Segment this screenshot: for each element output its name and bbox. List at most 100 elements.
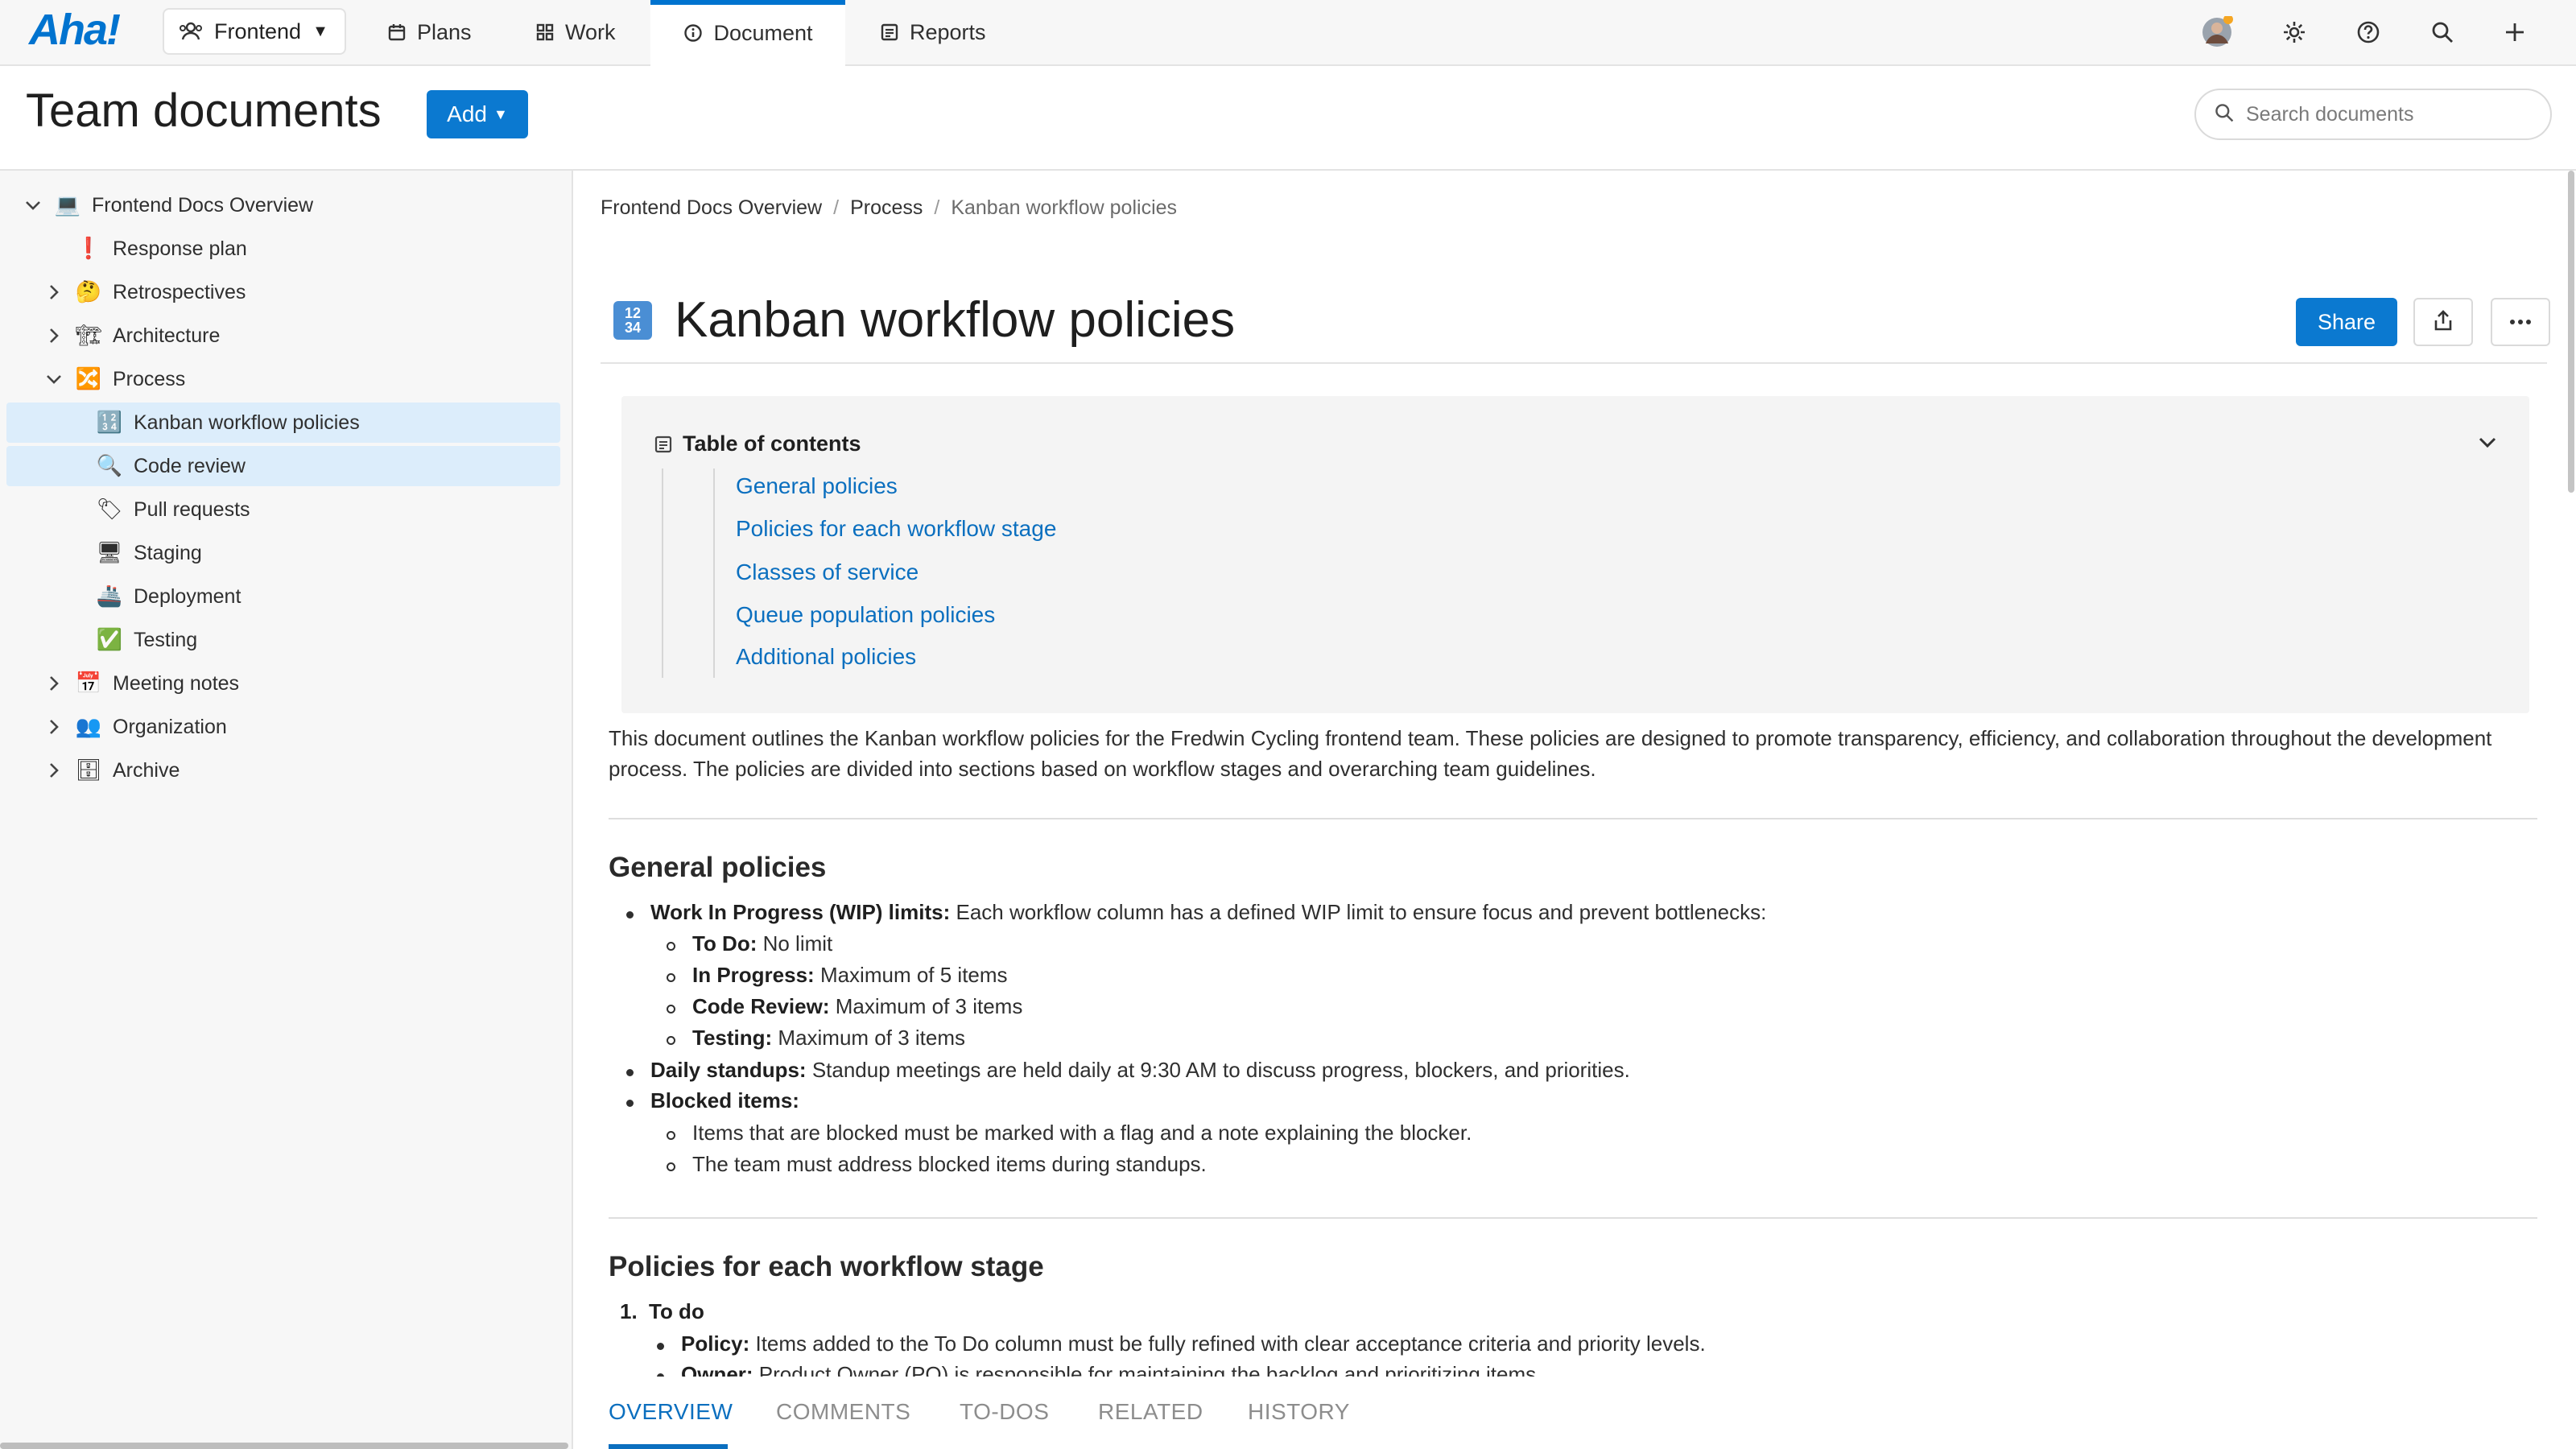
sidebar-item[interactable]: 🚢 Deployment — [0, 576, 564, 617]
wip-item-label: To Do: — [692, 931, 758, 956]
sidebar-item[interactable]: 👥 Organization — [0, 707, 564, 747]
document-tree-sidebar: 💻 Frontend Docs Overview ❗ Response plan 🤔 Re… — [0, 171, 573, 1449]
sidebar-item[interactable]: 📅 Meeting notes — [0, 663, 564, 704]
breadcrumb-item[interactable]: Frontend Docs Overview — [601, 196, 822, 220]
document-pane: Frontend Docs Overview / Process / Kanba… — [575, 171, 2576, 1449]
info-icon — [683, 23, 704, 43]
blocked-label: Blocked items: — [650, 1088, 799, 1113]
sidebar-item-label: Archive — [113, 758, 180, 782]
caret-down-icon: ▼ — [312, 22, 328, 40]
search-input[interactable] — [2246, 102, 2536, 126]
sidebar-item-label: Organization — [113, 715, 227, 738]
sidebar-item[interactable]: 🔢 Kanban workflow policies — [6, 402, 560, 443]
toc-link[interactable]: Queue population policies — [736, 602, 995, 628]
aha-logo[interactable]: Aha! — [29, 5, 121, 55]
share-button[interactable]: Share — [2296, 298, 2397, 346]
chevron-right-icon[interactable] — [43, 325, 64, 346]
standup-label: Daily standups: — [650, 1058, 807, 1082]
tab-plans[interactable]: Plans — [386, 0, 472, 64]
chevron-right-icon[interactable] — [43, 716, 64, 737]
workspace-switcher[interactable]: Frontend ▼ — [163, 8, 346, 55]
wip-item: Code Review: Maximum of 3 items — [692, 994, 1022, 1019]
wip-item-text: Maximum of 3 items — [772, 1026, 966, 1050]
sidebar-item[interactable]: 💻 Frontend Docs Overview — [0, 185, 564, 225]
tab-plans-label: Plans — [417, 19, 472, 44]
tab-related[interactable]: RELATED — [1098, 1399, 1203, 1425]
sidebar-item-label: Staging — [134, 541, 202, 564]
sidebar-item-label: Meeting notes — [113, 671, 240, 695]
plus-icon[interactable] — [2499, 16, 2531, 48]
vertical-scrollbar[interactable] — [2568, 171, 2574, 493]
export-icon — [2433, 309, 2454, 336]
gear-icon[interactable] — [2278, 16, 2310, 48]
toc-link[interactable]: Classes of service — [736, 559, 919, 585]
numbers-icon: 12 34 — [613, 300, 652, 340]
search-icon[interactable] — [2426, 16, 2458, 48]
more-button[interactable] — [2491, 298, 2550, 346]
toc-indent-line — [662, 469, 663, 678]
breadcrumb-item[interactable]: Process — [850, 196, 923, 220]
tab-to-dos[interactable]: TO-DOS — [960, 1399, 1049, 1425]
sidebar-item-label: Response plan — [113, 237, 247, 260]
policy-text: Items added to the To Do column must be … — [749, 1331, 1706, 1356]
tab-document[interactable]: Document — [650, 0, 845, 66]
sidebar-item[interactable]: 🖥 Staging — [0, 533, 564, 573]
sidebar-item[interactable]: 🗄 Archive — [0, 750, 564, 791]
tab-reports[interactable]: Reports — [879, 0, 986, 64]
sidebar-item-label: Pull requests — [134, 497, 250, 521]
sidebar-item-label: Frontend Docs Overview — [92, 193, 314, 217]
tab-work[interactable]: Work — [535, 0, 616, 64]
chevron-right-icon[interactable] — [43, 282, 64, 303]
item-emoji-icon: 🔍 — [96, 454, 123, 478]
item-emoji-icon: 🏷 — [96, 497, 123, 522]
intro-paragraph: This document outlines the Kanban workfl… — [609, 726, 2492, 781]
tab-overview[interactable]: OVERVIEW — [609, 1399, 733, 1425]
chevron-right-icon[interactable] — [43, 760, 64, 781]
search-documents[interactable] — [2194, 89, 2552, 140]
chevron-down-icon[interactable] — [23, 195, 43, 216]
document-icon — [654, 435, 673, 454]
wip-limits-label: Work In Progress (WIP) limits: — [650, 900, 951, 924]
toc-link[interactable]: General policies — [736, 473, 898, 499]
tab-history[interactable]: HISTORY — [1248, 1399, 1350, 1425]
toc-link[interactable]: Additional policies — [736, 644, 916, 670]
sidebar-item[interactable]: ✅ Testing — [0, 620, 564, 660]
item-emoji-icon: ❗ — [75, 237, 102, 261]
sidebar-item[interactable]: 🏷 Pull requests — [0, 489, 564, 530]
sidebar-item-label: Testing — [134, 628, 198, 651]
add-button[interactable]: Add ▼ — [427, 90, 528, 138]
bullet — [657, 1343, 664, 1350]
tab-work-label: Work — [565, 19, 616, 44]
stage-policy: Policy: Items added to the To Do column … — [681, 1331, 1706, 1356]
avatar[interactable] — [2201, 16, 2233, 48]
sidebar-item[interactable]: 🔍 Code review — [6, 446, 560, 486]
chevron-down-icon[interactable] — [43, 369, 64, 390]
sidebar-item-label: Code review — [134, 454, 246, 477]
chevron-right-icon[interactable] — [43, 673, 64, 694]
breadcrumb-separator: / — [833, 196, 840, 219]
toc-link[interactable]: Policies for each workflow stage — [736, 516, 1056, 542]
list-number: 1. — [620, 1299, 638, 1323]
sub-bullet — [667, 1131, 675, 1140]
bullet — [626, 1069, 634, 1076]
sidebar-item[interactable]: 🤔 Retrospectives — [0, 272, 564, 312]
calendar-icon — [386, 22, 407, 43]
wip-item-text: Maximum of 3 items — [829, 994, 1023, 1018]
sidebar-item[interactable]: 🔀 Process — [0, 359, 564, 399]
sidebar-item-label: Kanban workflow policies — [134, 411, 360, 434]
horizontal-scrollbar[interactable] — [0, 1443, 568, 1449]
export-button[interactable] — [2413, 298, 2473, 346]
help-icon[interactable] — [2352, 16, 2384, 48]
active-tab-indicator — [609, 1444, 728, 1449]
sidebar-item[interactable]: 🏗 Architecture — [0, 316, 564, 356]
sub-bullet — [667, 1005, 675, 1013]
wip-limits-item: Work In Progress (WIP) limits: Each work… — [650, 900, 1766, 925]
document-title[interactable]: Kanban workflow policies — [675, 291, 1235, 349]
sidebar-item[interactable]: ❗ Response plan — [0, 229, 564, 269]
chevron-down-icon[interactable] — [2473, 428, 2502, 457]
tab-comments[interactable]: COMMENTS — [776, 1399, 910, 1425]
list-icon — [879, 22, 900, 43]
sub-bullet — [667, 1036, 675, 1045]
